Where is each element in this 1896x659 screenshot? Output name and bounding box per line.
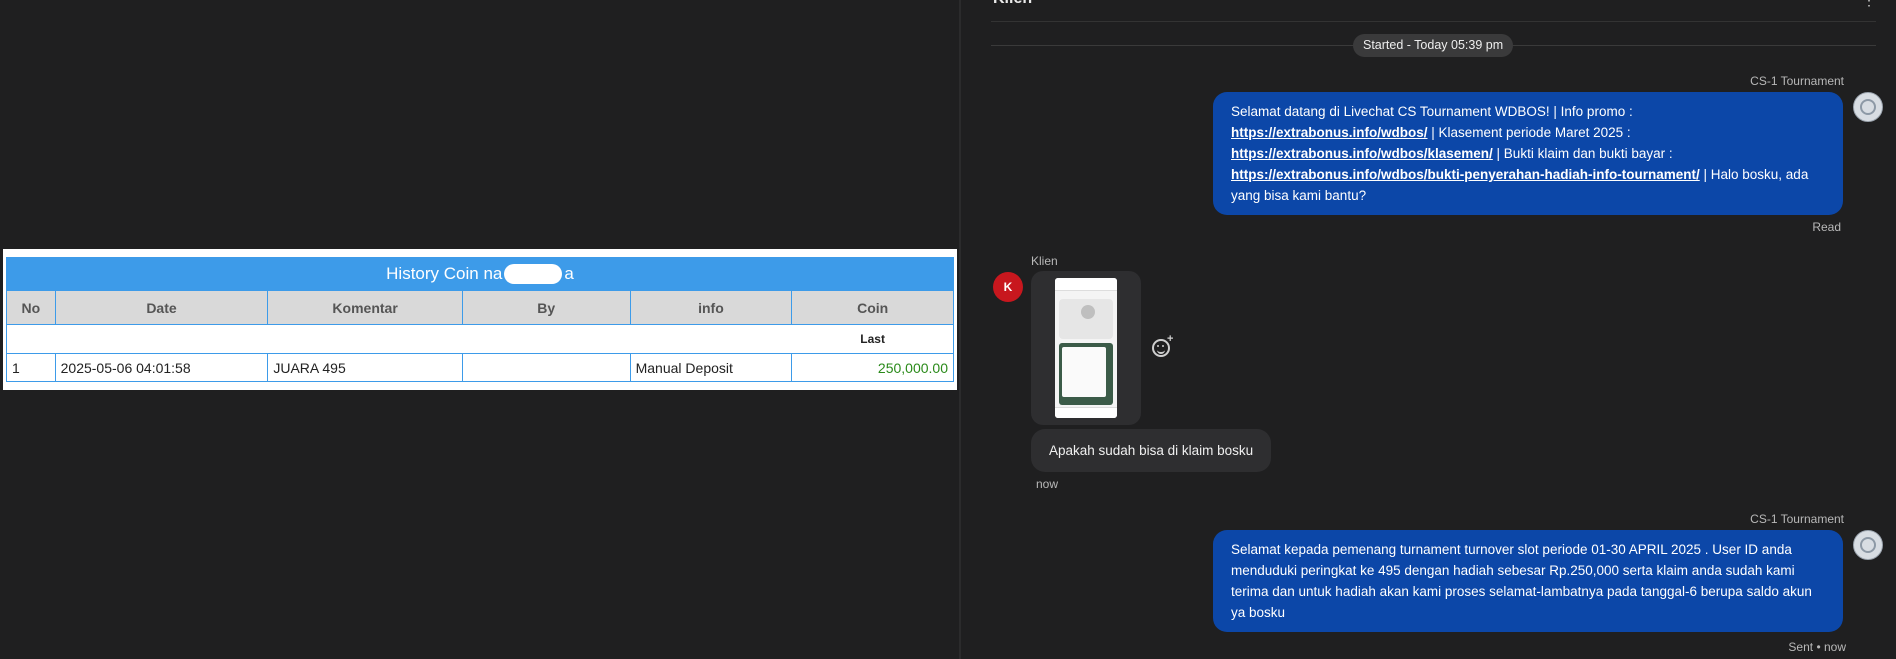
message-text: | Bukti klaim dan bukti bayar : bbox=[1492, 146, 1673, 161]
screenshot-thumbnail[interactable] bbox=[1055, 278, 1117, 418]
more-options-icon[interactable]: ⋮ bbox=[1862, 0, 1876, 9]
agent-avatar[interactable] bbox=[1853, 92, 1883, 122]
col-header-by[interactable]: By bbox=[461, 290, 631, 325]
history-title-banner: History Coin na a bbox=[6, 257, 954, 290]
redacted-name-mask bbox=[504, 263, 563, 284]
cell-date: 2025-05-06 04:01:58 bbox=[54, 353, 269, 382]
subheader-last: Last bbox=[791, 324, 954, 354]
col-header-date[interactable]: Date bbox=[54, 290, 269, 325]
cell-info: Manual Deposit bbox=[629, 353, 793, 382]
col-header-coin[interactable]: Coin bbox=[791, 290, 954, 325]
col-header-info[interactable]: info bbox=[629, 290, 793, 325]
history-panel: History Coin na a No Date Komentar By inf… bbox=[0, 0, 960, 659]
chat-contact-name: Klien bbox=[993, 0, 1032, 8]
message-status: Read bbox=[1812, 220, 1841, 234]
cell-by bbox=[461, 353, 631, 382]
message-sender: CS-1 Tournament bbox=[1750, 74, 1844, 88]
message-status: Sent • now bbox=[1788, 640, 1846, 654]
message-text: Selamat datang di Livechat CS Tournament… bbox=[1231, 104, 1633, 119]
cell-komentar: JUARA 495 bbox=[267, 353, 463, 382]
outgoing-message: Selamat datang di Livechat CS Tournament… bbox=[1213, 92, 1843, 215]
chat-panel: Klien ⋮ Started - Today 05:39 pm CS-1 To… bbox=[961, 0, 1896, 659]
cell-no: 1 bbox=[6, 353, 56, 382]
table-header-row: No Date Komentar By info Coin bbox=[6, 290, 954, 325]
add-reaction-plus-icon: + bbox=[1167, 333, 1174, 345]
image-attachment[interactable] bbox=[1031, 271, 1141, 425]
user-icon bbox=[1860, 99, 1876, 115]
cell-coin: 250,000.00 bbox=[791, 353, 954, 382]
history-title-prefix: History Coin na bbox=[386, 264, 503, 283]
agent-avatar[interactable] bbox=[1853, 530, 1883, 560]
message-sender: Klien bbox=[1031, 254, 1058, 268]
incoming-message: Apakah sudah bisa di klaim bosku bbox=[1031, 429, 1272, 472]
history-coin-table-card: History Coin na a No Date Komentar By inf… bbox=[3, 249, 957, 390]
subheader-blank bbox=[5, 324, 792, 354]
table-subheader-row: Last bbox=[5, 324, 954, 354]
client-avatar[interactable]: K bbox=[993, 272, 1023, 302]
session-started-badge: Started - Today 05:39 pm bbox=[1353, 34, 1514, 57]
promo-link[interactable]: https://extrabonus.info/wdbos/ bbox=[1231, 125, 1428, 140]
bukti-link[interactable]: https://extrabonus.info/wdbos/bukti-peny… bbox=[1231, 167, 1700, 182]
col-header-komentar[interactable]: Komentar bbox=[267, 290, 463, 325]
message-text: | Klasement periode Maret 2025 : bbox=[1427, 125, 1631, 140]
klasemen-link[interactable]: https://extrabonus.info/wdbos/klasemen/ bbox=[1231, 146, 1493, 161]
col-header-no[interactable]: No bbox=[6, 290, 56, 325]
outgoing-message: Selamat kepada pemenang turnament turnov… bbox=[1213, 530, 1843, 632]
user-icon bbox=[1860, 537, 1876, 553]
message-sender: CS-1 Tournament bbox=[1750, 512, 1844, 526]
history-table: No Date Komentar By info Coin Last 1 202… bbox=[5, 290, 954, 382]
table-row: 1 2025-05-06 04:01:58 JUARA 495 Manual D… bbox=[6, 353, 954, 382]
message-time: now bbox=[1036, 477, 1059, 491]
header-divider bbox=[991, 21, 1876, 22]
history-title-suffix: a bbox=[564, 264, 574, 283]
